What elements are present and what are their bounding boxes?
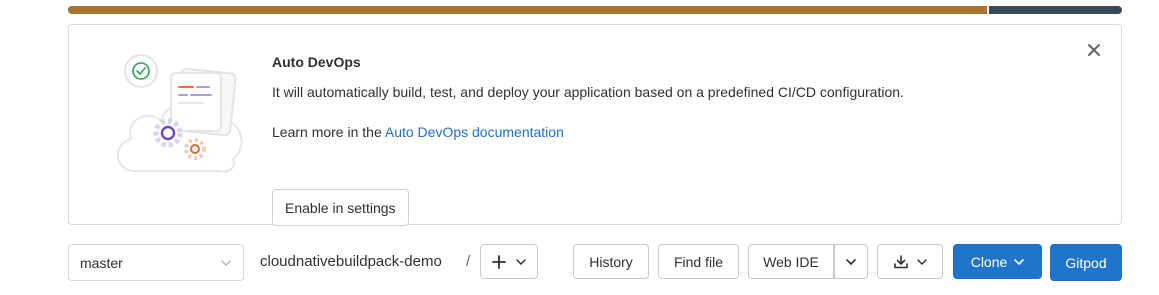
download-icon xyxy=(893,254,909,270)
clone-dropdown[interactable]: Clone xyxy=(953,244,1042,279)
close-icon[interactable] xyxy=(1087,43,1101,57)
banner-description: It will automatically build, test, and d… xyxy=(272,84,904,100)
chevron-down-icon xyxy=(917,258,927,266)
learn-more-prefix: Learn more in the xyxy=(272,124,385,140)
banner-content: Auto DevOps It will automatically build,… xyxy=(272,53,904,226)
clone-label: Clone xyxy=(970,253,1008,270)
download-dropdown[interactable] xyxy=(877,244,943,279)
language-bar-divider xyxy=(987,6,990,14)
banner-learn-more: Learn more in the Auto DevOps documentat… xyxy=(272,123,904,141)
find-file-button[interactable]: Find file xyxy=(658,244,739,279)
chevron-down-icon xyxy=(846,258,856,266)
auto-devops-banner: Auto DevOps It will automatically build,… xyxy=(68,24,1122,226)
enable-in-settings-button[interactable]: Enable in settings xyxy=(272,189,409,226)
plus-icon xyxy=(492,254,506,269)
gitpod-button[interactable]: Gitpod xyxy=(1050,244,1122,281)
chevron-down-icon xyxy=(1014,258,1025,266)
repository-language-bar xyxy=(68,6,1122,14)
branch-selector[interactable]: master xyxy=(68,244,244,281)
auto-devops-docs-link[interactable]: Auto DevOps documentation xyxy=(385,124,564,140)
breadcrumb-project[interactable]: cloudnativebuildpack-demo xyxy=(260,253,442,270)
auto-devops-illustration xyxy=(113,53,247,178)
history-button[interactable]: History xyxy=(573,244,649,279)
web-ide-dropdown-toggle[interactable] xyxy=(834,244,868,279)
chevron-down-icon xyxy=(516,258,526,266)
language-bar-segment-primary xyxy=(68,6,988,14)
chevron-down-icon xyxy=(221,259,231,267)
breadcrumb-separator: / xyxy=(466,253,471,270)
branch-name: master xyxy=(80,254,123,271)
add-to-tree-dropdown[interactable] xyxy=(480,244,538,279)
web-ide-button[interactable]: Web IDE xyxy=(748,244,834,279)
banner-title: Auto DevOps xyxy=(272,54,361,70)
